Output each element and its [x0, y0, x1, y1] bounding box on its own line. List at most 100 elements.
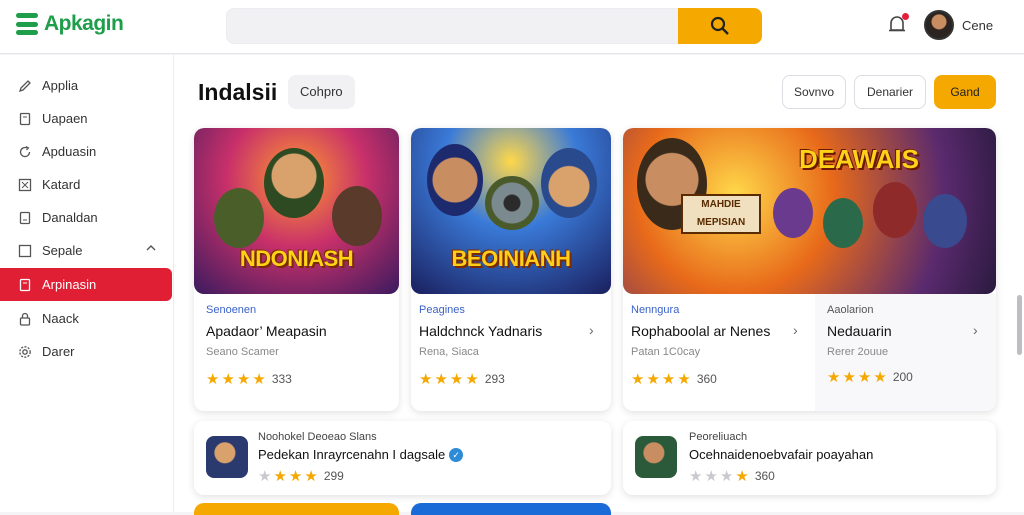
star-icon: ★	[273, 468, 287, 485]
star-icon: ★	[288, 468, 303, 485]
sidebar-item-label: Sepale	[42, 243, 83, 258]
sidebar-item-label: Arpinasin	[42, 277, 97, 292]
rating-count: 299	[323, 469, 344, 483]
box-icon	[18, 178, 32, 192]
star-icon: ★	[704, 468, 718, 485]
notification-button[interactable]	[888, 13, 909, 37]
sidebar-item-label: Naack	[42, 311, 79, 326]
app-title: Apadaor’ Meapasin	[206, 323, 327, 339]
list-item-title: Noohokel Deoeao Slans	[258, 431, 377, 443]
star-icon: ★	[677, 371, 691, 388]
character-art	[541, 148, 597, 218]
star-icon: ★	[449, 371, 464, 388]
sidebar-item-uapaen[interactable]: Uapaen	[0, 102, 172, 135]
star-icon: ★	[252, 371, 266, 388]
filter-pill[interactable]: Cohpro	[288, 75, 355, 109]
star-icon: ★	[719, 468, 734, 485]
avatar[interactable]	[924, 10, 954, 40]
scrollbar[interactable]	[1017, 295, 1022, 355]
star-icon: ★	[646, 371, 660, 388]
primary-action-button[interactable]: Gand	[934, 75, 996, 109]
app-card-wide[interactable]: MAHDIE MEPISIAN DEAWAIS Nenngura Rophaboo…	[623, 128, 996, 411]
app-category: Peagines	[419, 304, 465, 316]
sidebar-item-label: Apduasin	[42, 144, 97, 159]
app-card[interactable]: BEOINIANH Peagines Haldchnck Yadnaris › …	[411, 128, 611, 411]
list-item-subtitle: Ocehnaidenoebvafair poayahan	[689, 447, 874, 462]
doc-icon	[18, 211, 32, 225]
app-card-secondary[interactable]: Aaolarion Nedauarin › Rerer 2ouue ★ ★ ★ ★ 2…	[815, 294, 996, 411]
chevron-right-icon[interactable]: ›	[793, 322, 798, 338]
star-icon: ★	[221, 371, 235, 388]
star-icon: ★	[465, 371, 479, 388]
app-developer: Rena, Siaca	[419, 346, 479, 358]
sidebar-item-apduasin[interactable]: Apduasin	[0, 135, 172, 168]
doc-icon	[18, 278, 32, 292]
sidebar-item-katard[interactable]: Katard	[0, 168, 172, 201]
lock-icon	[18, 312, 32, 326]
sort-button[interactable]: Sovnvo	[782, 75, 846, 109]
star-icon: ★	[857, 369, 872, 386]
app-developer: Rerer 2ouue	[827, 346, 889, 358]
app-card-partial[interactable]	[411, 503, 611, 515]
app-logo[interactable]: Apkagin	[16, 12, 124, 36]
star-icon: ★	[258, 468, 272, 485]
character-art	[923, 194, 967, 248]
doc-icon	[18, 112, 32, 126]
chevron-up-icon[interactable]	[146, 243, 156, 253]
list-item[interactable]: Noohokel Deoeao Slans Pedekan Inrayrcena…	[194, 421, 611, 495]
app-title: Haldchnck Yadnaris	[419, 323, 543, 339]
user-name[interactable]: Cene	[962, 18, 993, 33]
sidebar-item-darer[interactable]: Darer	[0, 335, 172, 368]
sidebar-item-sepale[interactable]: Sepale	[0, 234, 172, 267]
app-card[interactable]: NDONIASH Senoenen Apadaor’ Meapasin Sean…	[194, 128, 399, 411]
app-icon	[635, 436, 677, 478]
app-thumbnail[interactable]: MAHDIE MEPISIAN DEAWAIS	[623, 128, 996, 294]
notification-dot	[902, 13, 909, 20]
app-name-text: Apkagin	[44, 12, 124, 35]
star-icon: ★	[236, 371, 251, 388]
main-content: Indalsii Cohpro Sovnvo Denarier Gand NDO…	[174, 55, 1024, 515]
character-art	[214, 188, 264, 248]
rating-count: 333	[271, 372, 292, 386]
list-item-title: Peoreliuach	[689, 431, 748, 443]
character-art	[264, 148, 324, 218]
sidebar-item-arpinasin[interactable]: Arpinasin	[0, 268, 172, 301]
list-item-subtitle-row: Pedekan Inrayrcenahn I dagsale ✓	[258, 447, 464, 462]
star-rating: ★ ★ ★ ★ 360	[689, 467, 775, 485]
app-thumbnail[interactable]: NDONIASH	[194, 128, 399, 294]
chevron-right-icon[interactable]: ›	[973, 322, 978, 338]
pen-icon	[18, 79, 32, 93]
character-art	[485, 176, 539, 230]
page-title: Indalsii	[198, 79, 278, 105]
filter-button[interactable]: Denarier	[854, 75, 926, 109]
search-input[interactable]	[239, 9, 679, 43]
chevron-right-icon[interactable]: ›	[589, 322, 594, 338]
verified-icon: ✓	[449, 448, 464, 462]
sidebar-item-applia[interactable]: Applia	[0, 69, 172, 102]
star-icon: ★	[631, 371, 645, 388]
app-category: Nenngura	[631, 304, 680, 316]
list-item-subtitle: Pedekan Inrayrcenahn I dagsale	[258, 447, 446, 462]
app-card-partial[interactable]	[194, 503, 399, 515]
star-icon: ★	[206, 371, 220, 388]
character-art	[773, 188, 813, 238]
star-icon: ★	[873, 369, 887, 386]
rating-count: 360	[754, 469, 775, 483]
app-name: Apkagin	[44, 12, 124, 36]
top-bar: Apkagin Cene	[0, 0, 1024, 54]
search-bar	[226, 8, 762, 44]
list-item[interactable]: Peoreliuach Ocehnaidenoebvafair poayahan…	[623, 421, 996, 495]
search-button[interactable]	[678, 8, 762, 44]
sidebar-item-label: Uapaen	[42, 111, 88, 126]
game-title-art: BEOINIANH	[451, 246, 571, 271]
star-rating: ★ ★ ★ ★ 360	[631, 370, 717, 388]
sidebar-item-danaldan[interactable]: Danaldan	[0, 201, 172, 234]
character-art	[873, 182, 917, 238]
app-thumbnail[interactable]: BEOINIANH	[411, 128, 611, 294]
sidebar-item-naack[interactable]: Naack	[0, 302, 172, 335]
star-icon: ★	[842, 369, 856, 386]
star-icon: ★	[661, 371, 676, 388]
character-art	[427, 144, 483, 216]
star-icon: ★	[689, 468, 703, 485]
character-art	[332, 186, 382, 246]
